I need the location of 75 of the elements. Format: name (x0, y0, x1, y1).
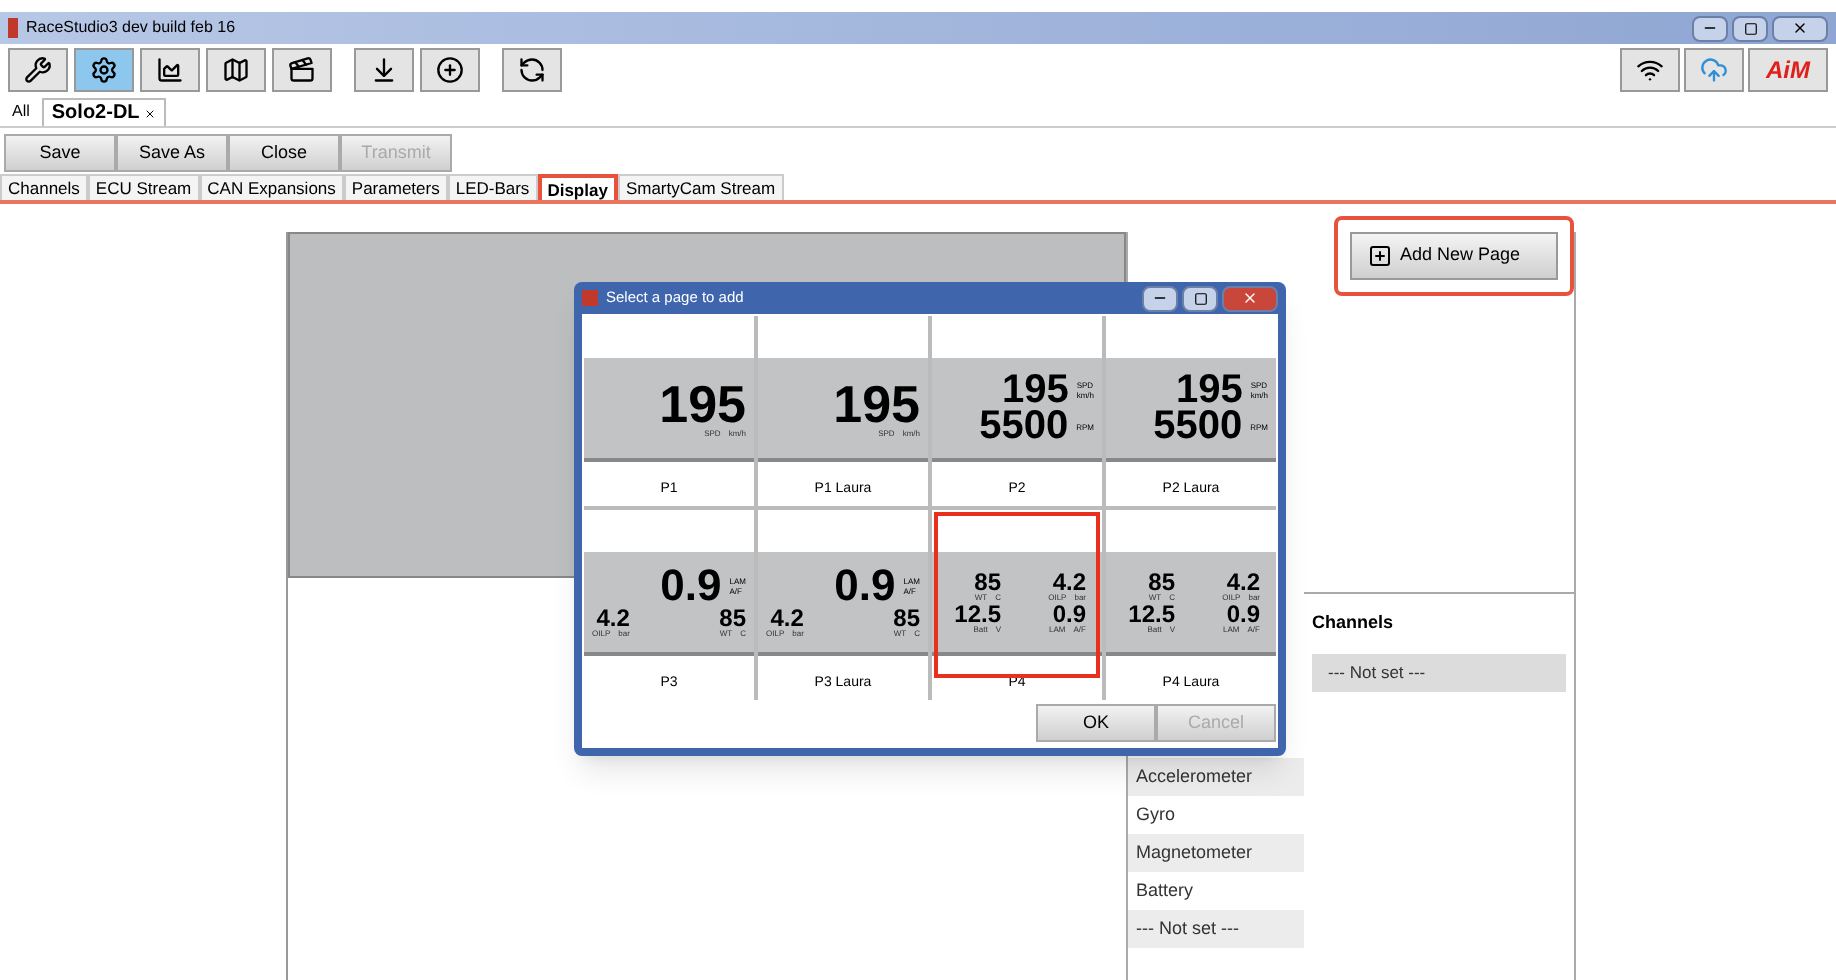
wifi-icon (1636, 56, 1664, 84)
gauge-value: 195 (659, 378, 746, 430)
gauge-value: 4.2 (1052, 570, 1086, 594)
device-tab[interactable]: All (4, 98, 38, 126)
plus-circle-icon (436, 56, 464, 84)
toolbar-button[interactable] (74, 48, 134, 92)
window-title: RaceStudio3 dev build feb 16 (26, 16, 236, 40)
maximize-button[interactable] (1182, 285, 1218, 311)
gauge-value: 195 (1175, 372, 1243, 408)
cloud-icon (1700, 56, 1728, 84)
gauge-value: 0.9 (1226, 602, 1260, 626)
add-new-page-button[interactable]: Add New Page (1350, 232, 1558, 280)
gear-icon (90, 56, 118, 84)
tab[interactable]: Parameters (343, 174, 448, 200)
gauge-value: 0.9 (660, 566, 722, 606)
source-item[interactable]: Gyro (1128, 796, 1304, 834)
app-icon (8, 18, 18, 38)
gauge-value: 85 (974, 570, 1001, 594)
close-button[interactable] (1772, 15, 1828, 41)
source-item[interactable]: --- Not set --- (1128, 910, 1304, 948)
maximize-icon (1743, 21, 1757, 35)
source-item[interactable]: Battery (1128, 872, 1304, 910)
gauge-value: 85 (719, 606, 746, 630)
gauge-value: 0.9 (1052, 602, 1086, 626)
gauge-value: 0.9 (834, 566, 896, 606)
refresh-icon (518, 56, 546, 84)
maximize-icon (1193, 291, 1207, 305)
tab[interactable]: Channels (0, 174, 88, 200)
close-icon (1792, 20, 1808, 36)
tab[interactable]: SmartyCam Stream (617, 174, 784, 200)
gauge-value: 12.5 (1128, 602, 1175, 626)
gauge-value: 195 (1001, 372, 1069, 408)
chart-icon (156, 56, 184, 84)
toolbar-button[interactable] (354, 48, 414, 92)
map-icon (222, 56, 250, 84)
download-icon (370, 56, 398, 84)
tab[interactable]: ECU Stream (87, 174, 200, 200)
minimize-button[interactable] (1142, 285, 1178, 311)
toolbar-button[interactable] (420, 48, 480, 92)
gauge-value: 12.5 (954, 602, 1001, 626)
channel-field[interactable]: --- Not set --- (1312, 653, 1566, 691)
logo-button[interactable]: AiM (1748, 48, 1828, 92)
toolbar-button[interactable] (502, 48, 562, 92)
close-icon[interactable] (143, 107, 156, 119)
maximize-button[interactable] (1732, 15, 1768, 41)
gauge-value: 195 (833, 378, 920, 430)
gauge-value: 5500 (1153, 408, 1243, 444)
action-button[interactable]: Save (4, 134, 116, 172)
toolbar-button[interactable] (140, 48, 200, 92)
dialog-button[interactable]: OK (1036, 704, 1156, 742)
wrench-icon (24, 56, 52, 84)
gauge-value: 4.2 (770, 606, 804, 630)
channels-title: Channels (1312, 610, 1396, 636)
app-icon (582, 290, 598, 306)
tab[interactable]: Display (537, 174, 618, 200)
minimize-button[interactable] (1692, 15, 1728, 41)
action-button[interactable]: Close (228, 134, 340, 172)
gauge-value: 85 (1148, 570, 1175, 594)
clapperboard-icon (288, 56, 316, 84)
tab[interactable]: CAN Expansions (199, 174, 344, 200)
action-button[interactable]: Save As (116, 134, 228, 172)
source-item[interactable]: Magnetometer (1128, 834, 1304, 872)
add-page-icon (1368, 244, 1392, 268)
gauge-value: 4.2 (1226, 570, 1260, 594)
close-icon (1242, 290, 1258, 306)
gauge-value: 85 (893, 606, 920, 630)
device-tab[interactable]: Solo2-DL (41, 98, 166, 126)
source-item[interactable]: Accelerometer (1128, 758, 1304, 796)
gauge-value: 5500 (979, 408, 1069, 444)
gauge-value: 4.2 (596, 606, 630, 630)
tab[interactable]: LED-Bars (447, 174, 538, 200)
toolbar-button[interactable] (272, 48, 332, 92)
toolbar-button[interactable] (1620, 48, 1680, 92)
toolbar-button[interactable] (8, 48, 68, 92)
toolbar-button[interactable] (206, 48, 266, 92)
